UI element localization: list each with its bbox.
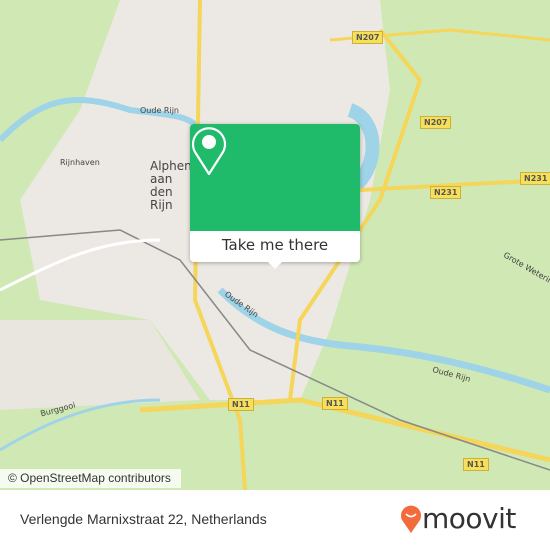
location-popup: Take me there — [190, 124, 360, 269]
map[interactable]: Alphen aan den Rijn Oude Rijn Oude Rijn … — [0, 0, 550, 490]
map-attribution[interactable]: © OpenStreetMap contributors — [0, 469, 181, 488]
road-shield: N207 — [420, 116, 452, 129]
take-me-there-button[interactable]: Take me there — [190, 231, 360, 262]
map-pin-icon — [191, 127, 227, 176]
road-shield: N231 — [520, 172, 550, 185]
road-shield: N11 — [322, 397, 348, 410]
address-text: Verlengde Marnixstraat 22, Netherlands — [20, 511, 267, 527]
road-shield: N11 — [228, 398, 254, 411]
road-shield: N207 — [352, 31, 384, 44]
road-shield: N231 — [430, 186, 462, 199]
road-shield: N11 — [463, 458, 489, 471]
brand-name: moovit — [422, 502, 516, 535]
street-label: Oude Rijn — [140, 106, 179, 115]
city-label: Alphen aan den Rijn — [150, 159, 192, 212]
street-label: Rijnhaven — [60, 158, 100, 167]
moovit-pin-icon — [401, 505, 421, 533]
moovit-logo: moovit — [400, 502, 516, 535]
popup-header — [190, 124, 360, 231]
